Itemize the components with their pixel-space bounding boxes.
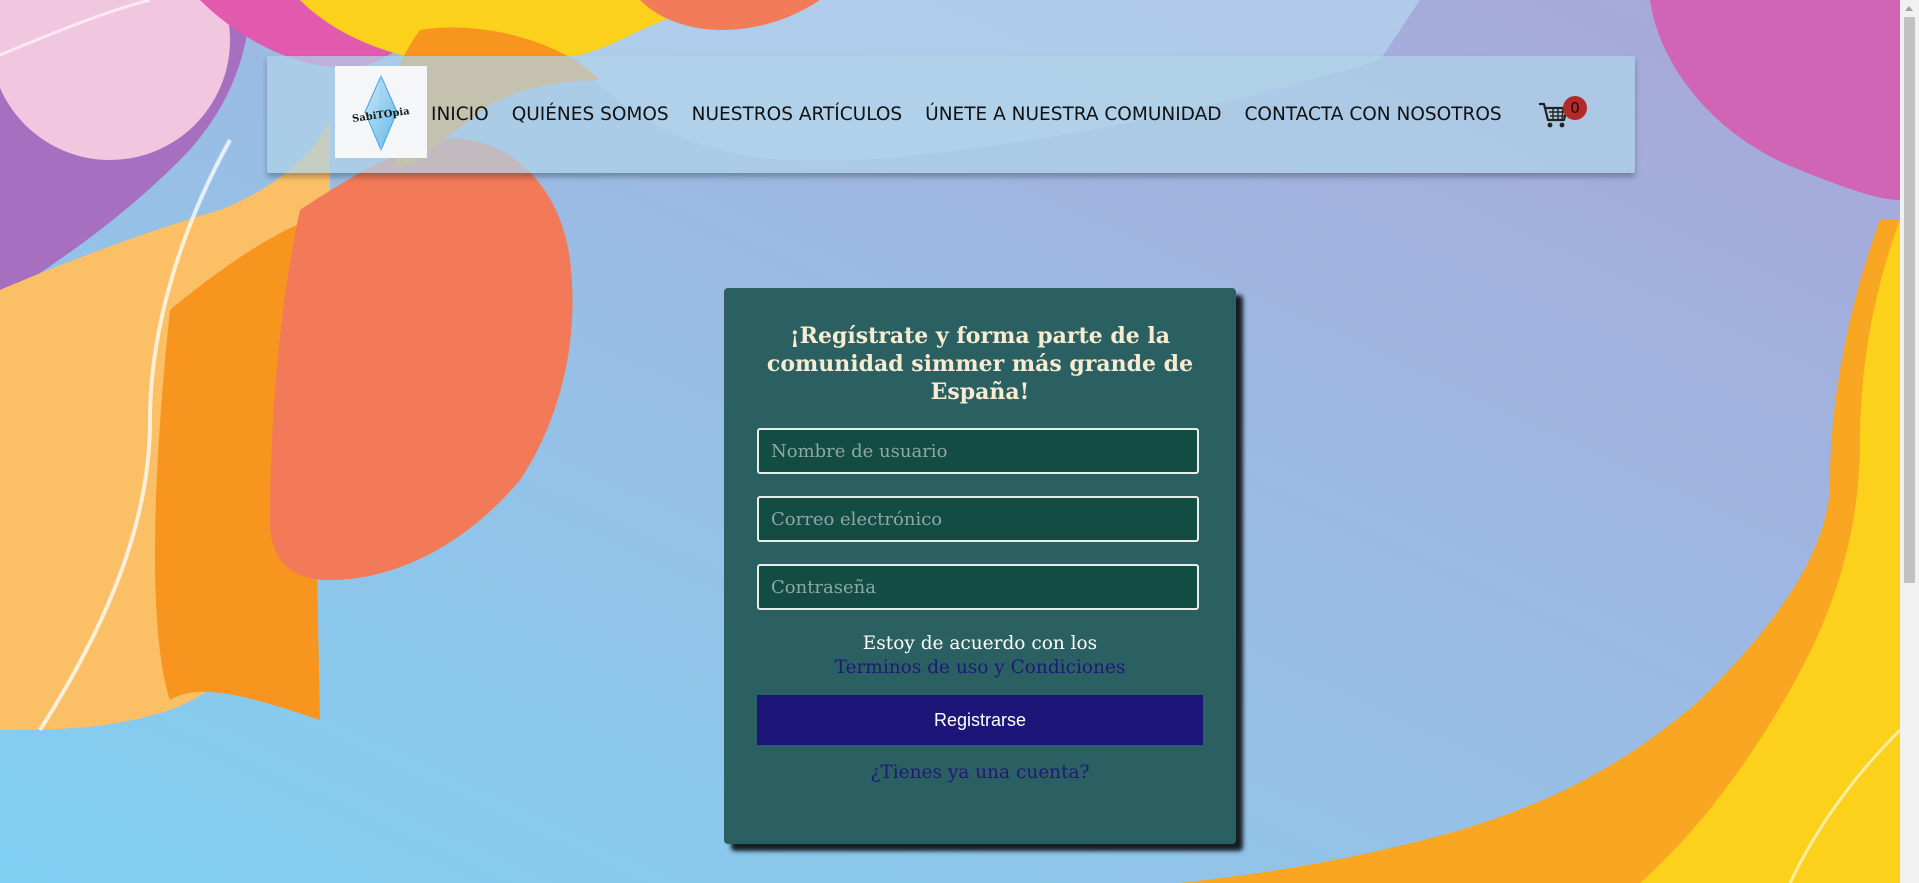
register-card: ¡Regístrate y forma parte de la comunida… [724,288,1236,844]
top-navbar: SabiTOpia INICIO QUIÉNES SOMOS NUESTROS … [267,56,1635,173]
cart-count-badge: 0 [1563,96,1587,120]
site-logo[interactable]: SabiTOpia [335,66,427,158]
terms-agreement-text: Estoy de acuerdo con los [862,633,1098,654]
nav-item-contacta[interactable]: CONTACTA CON NOSOTROS [1244,104,1501,125]
nav-links: INICIO QUIÉNES SOMOS NUESTROS ARTÍCULOS … [431,56,1525,173]
cart-button[interactable]: 0 [1537,94,1591,134]
login-link[interactable]: ¿Tienes ya una cuenta? [724,762,1236,783]
nav-item-quienes-somos[interactable]: QUIÉNES SOMOS [512,104,669,125]
username-input[interactable] [757,428,1199,474]
scrollbar-thumb[interactable] [1904,17,1915,583]
email-input[interactable] [757,496,1199,542]
nav-item-inicio[interactable]: INICIO [431,104,489,125]
nav-item-unete-comunidad[interactable]: ÚNETE A NUESTRA COMUNIDAD [925,104,1221,125]
scroll-up-arrow-icon[interactable] [1900,0,1919,17]
terms-link[interactable]: Terminos de uso y Condiciones [724,657,1236,678]
vertical-scrollbar[interactable] [1900,0,1919,883]
register-button[interactable]: Registrarse [757,695,1203,745]
page-viewport: SabiTOpia INICIO QUIÉNES SOMOS NUESTROS … [0,0,1900,883]
plumbob-icon: SabiTOpia [351,74,411,152]
password-input[interactable] [757,564,1199,610]
nav-item-nuestros-articulos[interactable]: NUESTROS ARTÍCULOS [692,104,902,125]
register-title: ¡Regístrate y forma parte de la comunida… [766,323,1194,405]
